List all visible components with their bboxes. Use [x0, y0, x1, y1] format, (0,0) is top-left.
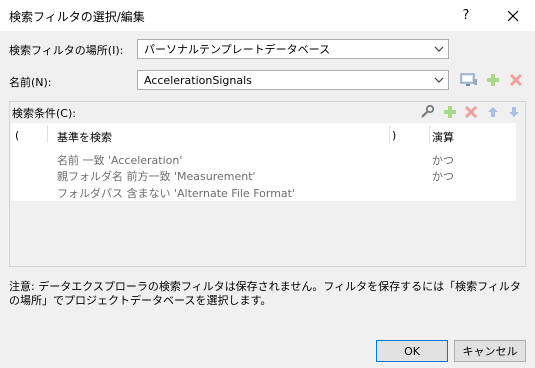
- row-operator: かつ: [432, 170, 454, 183]
- conditions-label: 検索条件(C):: [12, 107, 76, 120]
- arrow-down-icon: [509, 107, 519, 117]
- plus-icon: [487, 74, 499, 86]
- add-condition-button[interactable]: [440, 102, 460, 122]
- conditions-grid[interactable]: ( 基準を検索 ) 演算 名前 一致 'Acceleration' かつ 親フォ…: [11, 123, 524, 266]
- col-header-close-paren[interactable]: ): [392, 129, 396, 142]
- chevron-down-icon: [434, 46, 444, 52]
- col-header-criteria[interactable]: 基準を検索: [57, 129, 112, 145]
- location-label: 検索フィルタの場所(I):: [9, 44, 124, 57]
- add-filter-button[interactable]: [483, 70, 503, 90]
- note-text: 注意: データエクスプローラの検索フィルタは保存されません。フィルタを保存するに…: [9, 280, 521, 307]
- table-row[interactable]: フォルダパス 含まない 'Alternate File Format': [57, 185, 295, 201]
- preview-button[interactable]: [459, 70, 479, 90]
- name-label: 名前(N):: [9, 76, 52, 89]
- col-header-open-paren[interactable]: (: [15, 129, 19, 142]
- delete-x-icon: [464, 105, 478, 119]
- plus-icon: [444, 106, 456, 118]
- column-divider: [429, 125, 430, 143]
- name-combobox[interactable]: AccelerationSignals: [137, 70, 449, 90]
- delete-condition-button[interactable]: [461, 102, 481, 122]
- chevron-down-icon: [434, 77, 444, 83]
- monitor-icon: [460, 73, 477, 86]
- table-row[interactable]: 親フォルダ名 前方一致 'Measurement': [57, 168, 256, 184]
- edit-condition-button[interactable]: [417, 102, 437, 122]
- move-up-button[interactable]: [483, 102, 503, 122]
- ok-button[interactable]: OK: [376, 340, 448, 362]
- table-row[interactable]: 名前 一致 'Acceleration': [57, 152, 182, 168]
- column-divider: [389, 125, 390, 143]
- close-button[interactable]: [491, 0, 535, 31]
- location-dropdown[interactable]: パーソナルテンプレートデータベース: [137, 39, 449, 59]
- col-header-operator[interactable]: 演算: [432, 129, 454, 145]
- window-title: 検索フィルタの選択/編集: [9, 10, 145, 24]
- column-divider: [47, 125, 48, 143]
- search-conditions-panel: 検索条件(C): (基準を検索) 演算 名前 一致 'Acceleratio…: [9, 101, 526, 267]
- row-criteria: フォルダパス 含まない 'Alternate File Format': [57, 187, 295, 200]
- move-down-button[interactable]: [504, 102, 524, 122]
- conditions-grid-body: ( 基準を検索 ) 演算 名前 一致 'Acceleration' かつ 親フォ…: [11, 123, 516, 201]
- panel-header: 検索条件(C):: [10, 102, 525, 122]
- help-button[interactable]: ?: [444, 0, 488, 31]
- wrench-icon: [421, 105, 434, 118]
- location-value: パーソナルテンプレートデータベース: [144, 43, 331, 56]
- row-criteria: 親フォルダ名 前方一致 'Measurement': [57, 170, 256, 183]
- title-bar: 検索フィルタの選択/編集 ?: [0, 0, 535, 31]
- arrow-up-icon: [488, 107, 498, 117]
- row-operator: かつ: [432, 154, 454, 167]
- name-value: AccelerationSignals: [144, 73, 252, 87]
- close-icon: [507, 10, 519, 21]
- row-criteria: 名前 一致 'Acceleration': [57, 154, 183, 167]
- delete-filter-button[interactable]: [506, 70, 526, 90]
- delete-x-icon: [509, 73, 523, 87]
- cancel-button[interactable]: キャンセル: [454, 340, 526, 362]
